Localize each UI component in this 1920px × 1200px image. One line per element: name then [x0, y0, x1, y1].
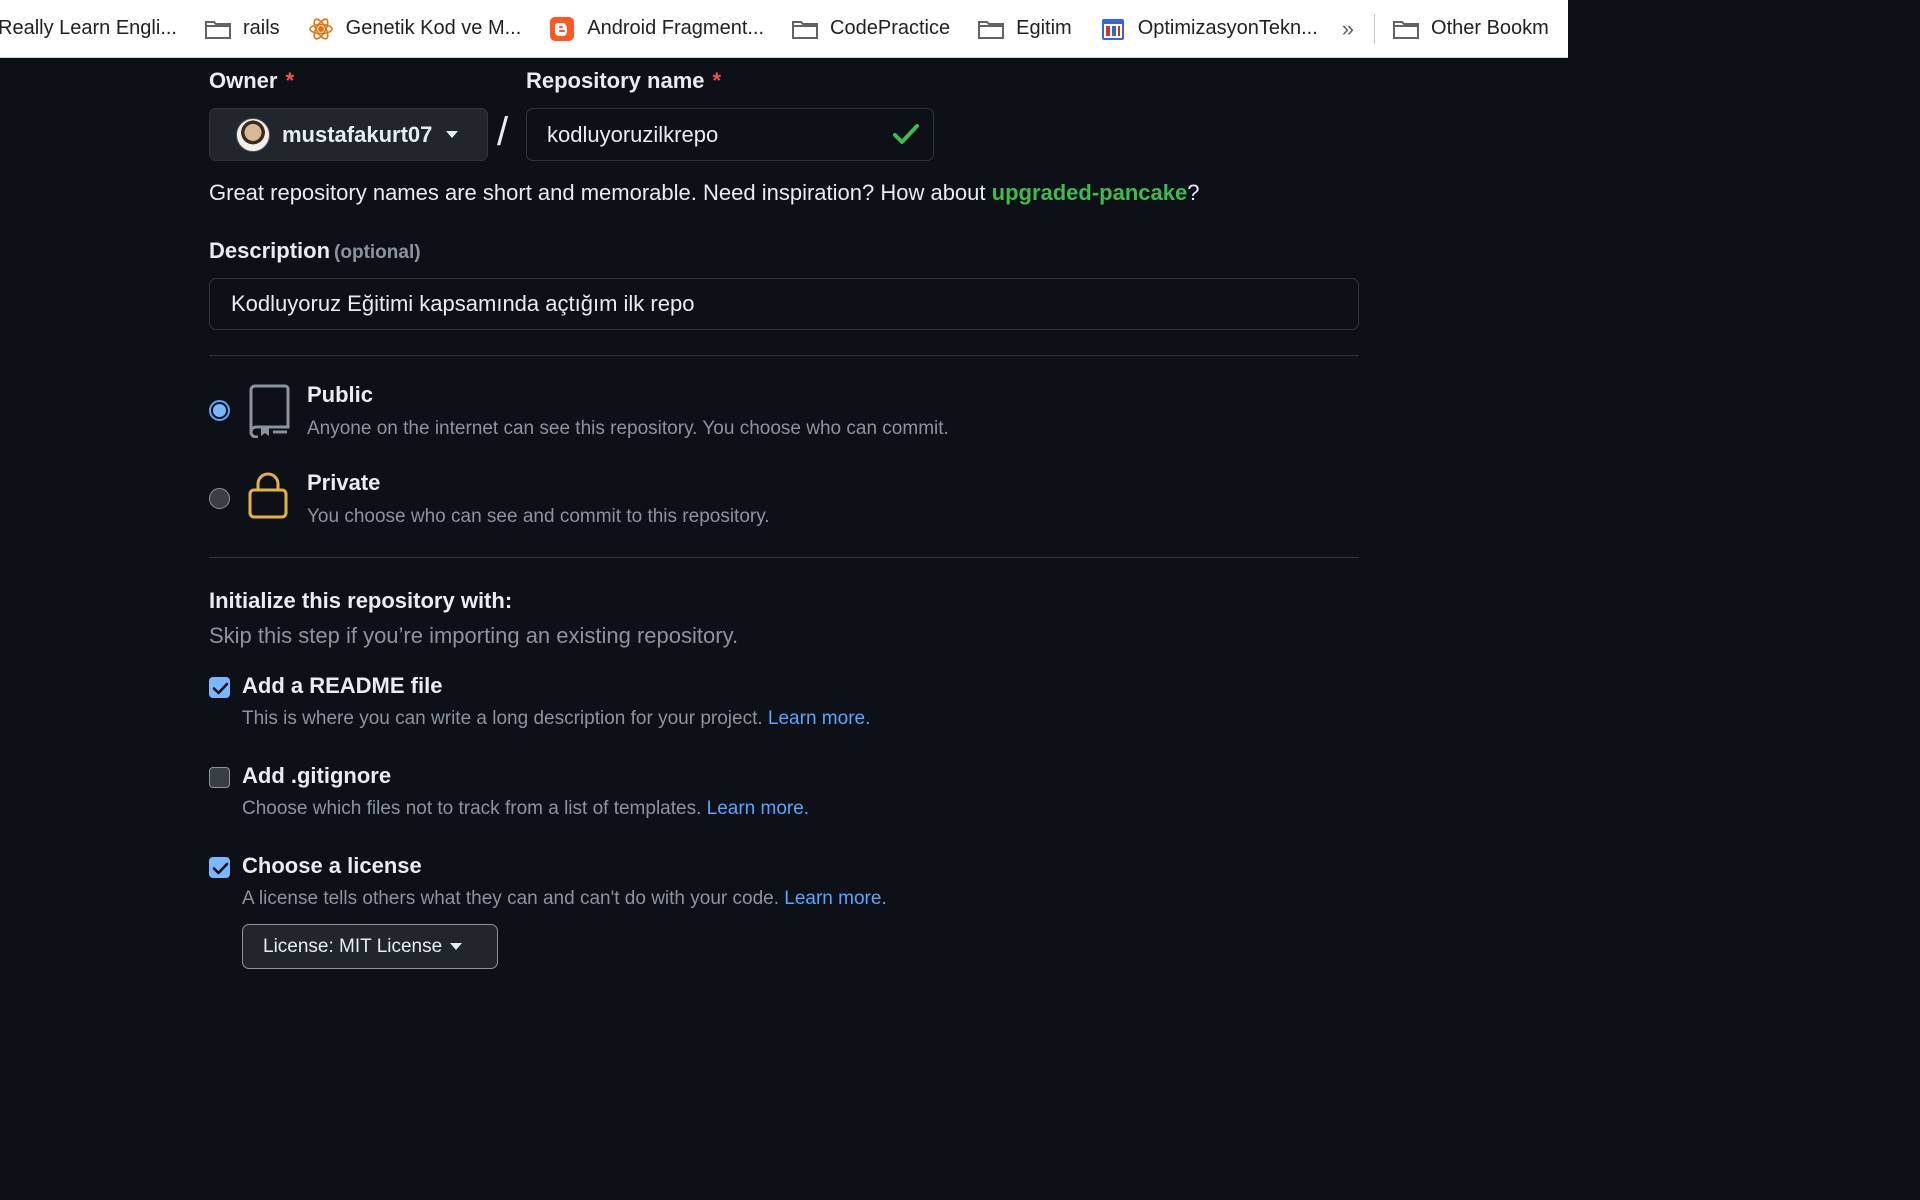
gitignore-checkbox[interactable] [209, 767, 230, 788]
readme-checkbox[interactable] [209, 677, 230, 698]
gitignore-description-text: Choose which files not to track from a l… [242, 798, 702, 819]
license-option: Choose a license A license tells others … [209, 853, 1209, 913]
bookmark-really-learn-english[interactable]: Really Learn Engli... [0, 9, 191, 49]
repo-book-icon [247, 382, 291, 443]
bookmark-egitim[interactable]: Egitim [964, 9, 1086, 49]
bookmark-rails[interactable]: rails [191, 9, 294, 49]
license-button-label: License: MIT License [263, 935, 443, 957]
bookmark-label: Genetik Kod ve M... [345, 17, 522, 39]
private-description: You choose who can see and commit to thi… [307, 506, 770, 527]
divider [209, 557, 1359, 558]
lock-icon [247, 470, 291, 525]
owner-dropdown-button[interactable]: mustafakurt07 [209, 108, 488, 161]
private-title: Private [307, 470, 381, 495]
readme-title[interactable]: Add a README file [242, 673, 442, 699]
blogger-icon [549, 16, 575, 41]
repository-name-label: Repository name * [526, 68, 721, 94]
bookmarks-divider [1374, 13, 1376, 44]
name-suggestion-link[interactable]: upgraded-pancake [992, 180, 1188, 205]
optional-tag: (optional) [334, 242, 421, 263]
repository-name-label-text: Repository name [526, 68, 705, 93]
description-input[interactable]: Kodluyoruz Eğitimi kapsamında açtığım il… [209, 278, 1359, 330]
license-dropdown-button[interactable]: License: MIT License [242, 924, 498, 969]
private-radio[interactable] [209, 488, 230, 509]
chevron-down-icon [450, 943, 463, 950]
license-description-text: A license tells others what they can and… [242, 888, 779, 909]
chevron-down-icon [446, 131, 459, 138]
atom-icon [308, 17, 334, 40]
description-value: Kodluyoruz Eğitimi kapsamında açtığım il… [231, 291, 695, 316]
bookmark-label: Other Bookm [1431, 17, 1549, 39]
hint-suffix: ? [1187, 180, 1200, 205]
bookmark-genetik-kod[interactable]: Genetik Kod ve M... [294, 9, 536, 49]
learn-more-link[interactable]: Learn more. [707, 798, 809, 819]
gitignore-option: Add .gitignore Choose which files not to… [209, 763, 1209, 823]
bookmark-label: OptimizasyonTekn... [1137, 17, 1318, 39]
learn-more-link[interactable]: Learn more. [784, 888, 886, 909]
description-label: Description (optional) [209, 238, 421, 264]
required-mark: * [285, 68, 295, 93]
hint-text: Great repository names are short and mem… [209, 180, 992, 205]
bookmark-other-bookmarks[interactable]: Other Bookm [1379, 9, 1563, 49]
folder-icon [204, 18, 231, 40]
bookmark-label: Really Learn Engli... [0, 17, 177, 39]
readme-option: Add a README file This is where you can … [209, 673, 1209, 733]
bookmark-label: CodePractice [830, 17, 951, 39]
initialize-subtitle: Skip this step if you’re importing an ex… [209, 623, 739, 648]
folder-icon [792, 18, 819, 40]
repository-name-input[interactable]: kodluyoruzilkrepo [526, 108, 934, 161]
owner-label: Owner * [209, 68, 294, 94]
bookmark-optimizasyon[interactable]: OptimizasyonTekn... [1086, 9, 1332, 49]
public-option-text: Public Anyone on the internet can see th… [307, 382, 1207, 440]
check-icon [893, 123, 919, 151]
bookmark-label: Egitim [1016, 17, 1072, 39]
folder-icon [978, 18, 1005, 40]
bookmark-label: Android Fragment... [587, 17, 765, 39]
bookmarks-more-button[interactable]: » [1332, 16, 1368, 42]
calendar-icon [1100, 18, 1126, 40]
bookmark-codepractice[interactable]: CodePractice [778, 9, 964, 49]
public-description: Anyone on the internet can see this repo… [307, 418, 949, 439]
initialize-heading: Initialize this repository with: [209, 588, 513, 613]
public-title: Public [307, 382, 374, 407]
private-option-text: Private You choose who can see and commi… [307, 470, 1207, 528]
license-checkbox[interactable] [209, 857, 230, 878]
repository-name-value: kodluyoruzilkrepo [547, 121, 719, 147]
owner-repo-separator: / [497, 110, 509, 154]
readme-description-text: This is where you can write a long descr… [242, 708, 763, 729]
visibility-option-public[interactable]: Public Anyone on the internet can see th… [209, 382, 1109, 454]
readme-description: This is where you can write a long descr… [242, 708, 870, 730]
visibility-option-private[interactable]: Private You choose who can see and commi… [209, 470, 1109, 542]
gitignore-title[interactable]: Add .gitignore [242, 763, 391, 789]
owner-label-text: Owner [209, 68, 278, 93]
learn-more-link[interactable]: Learn more. [768, 708, 870, 729]
bookmarks-bar: Really Learn Engli... rails Genetik Kod … [0, 0, 1568, 58]
gitignore-description: Choose which files not to track from a l… [242, 798, 809, 820]
bookmark-android-fragment[interactable]: Android Fragment... [535, 9, 778, 49]
folder-icon [1393, 18, 1420, 40]
license-description: A license tells others what they can and… [242, 888, 887, 910]
repository-name-hint: Great repository names are short and mem… [209, 180, 1199, 206]
license-title[interactable]: Choose a license [242, 853, 422, 879]
divider [209, 355, 1359, 356]
required-mark: * [712, 68, 722, 93]
public-radio[interactable] [209, 400, 230, 421]
owner-value: mustafakurt07 [282, 121, 433, 147]
description-label-text: Description [209, 238, 331, 263]
avatar [236, 117, 270, 152]
bookmark-label: rails [242, 17, 280, 39]
